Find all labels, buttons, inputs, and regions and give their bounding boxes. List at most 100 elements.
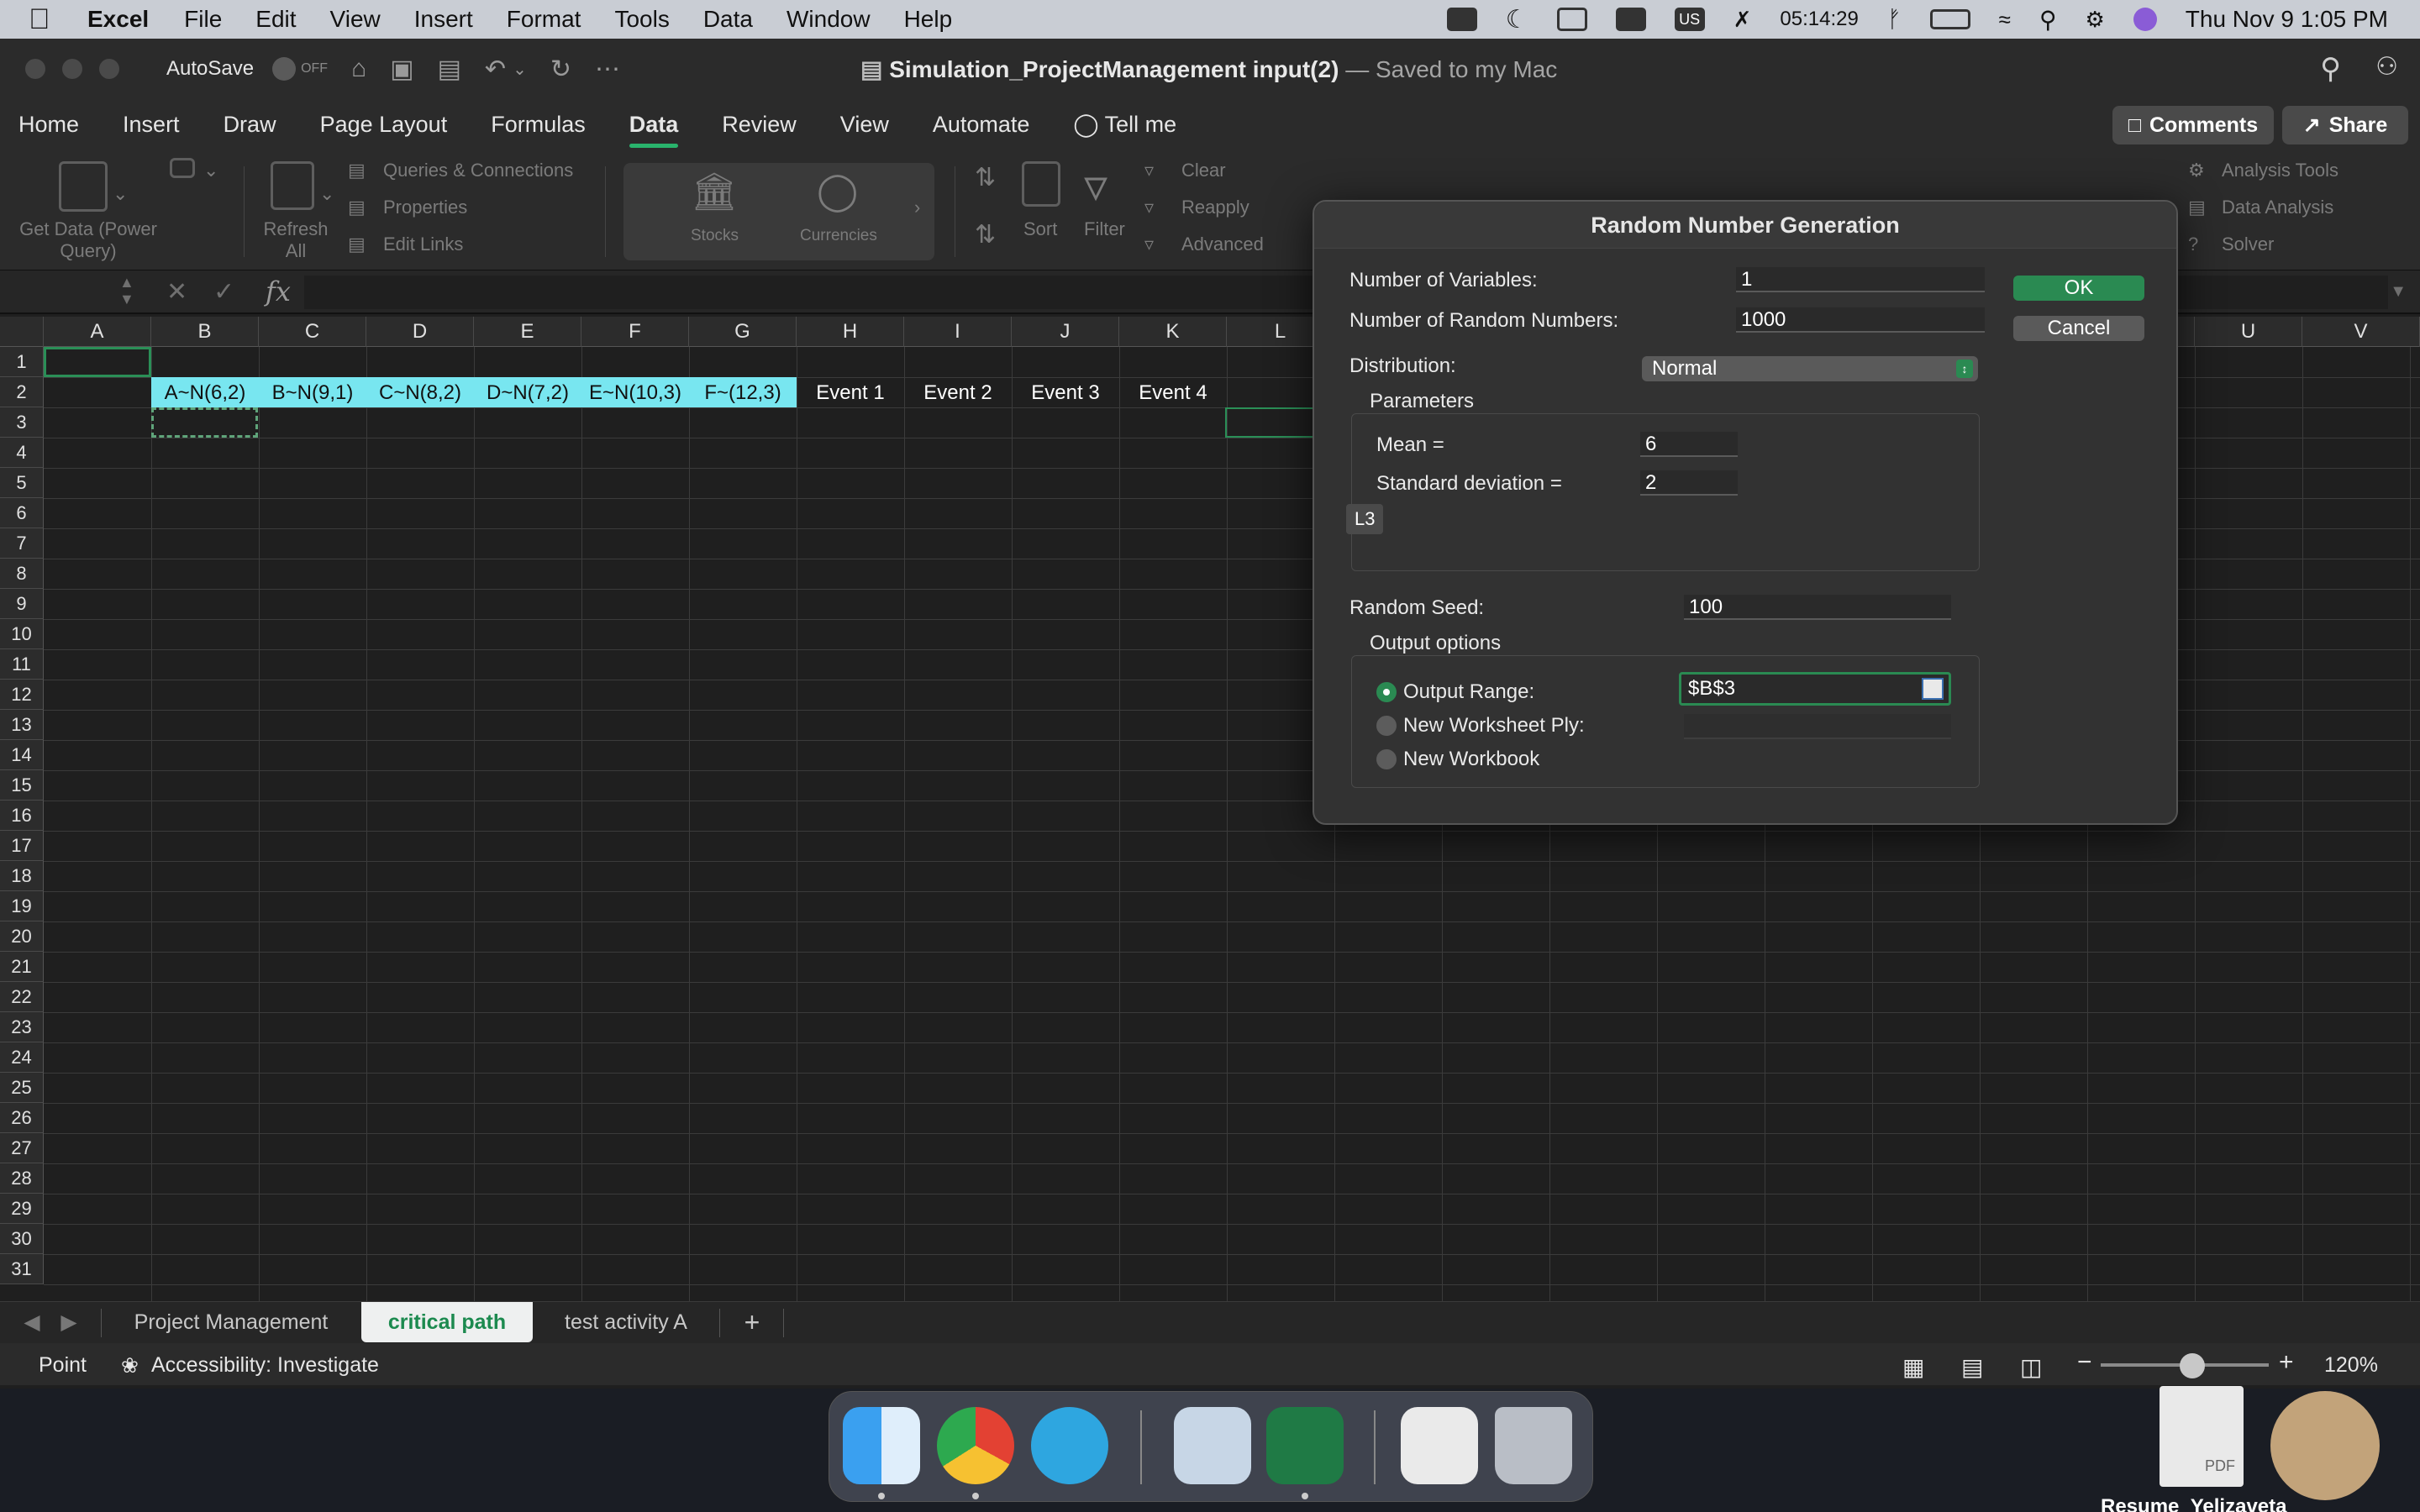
analysis-tools-button[interactable]: Analysis Tools	[2222, 160, 2338, 181]
redo-icon[interactable]: ↻	[550, 55, 571, 84]
row-header[interactable]: 26	[0, 1103, 44, 1133]
filter-button[interactable]: Filter	[1084, 218, 1125, 240]
output-range-field[interactable]: $B$3	[1679, 672, 1951, 706]
row-header[interactable]: 7	[0, 528, 44, 559]
add-sheet-icon[interactable]: +	[723, 1302, 781, 1342]
account-icon[interactable]: ⚇	[2375, 52, 2398, 81]
row-header[interactable]: 11	[0, 649, 44, 680]
mean-field[interactable]: 6	[1640, 432, 1738, 457]
autosave-toggle[interactable]	[272, 57, 297, 81]
menu-data[interactable]: Data	[703, 6, 753, 33]
cell-K2[interactable]: Event 4	[1119, 377, 1227, 407]
column-header[interactable]: I	[904, 317, 1012, 347]
tab-data[interactable]: Data	[629, 99, 678, 150]
num-variables-field[interactable]: 1	[1736, 267, 1985, 292]
menu-edit[interactable]: Edit	[255, 6, 296, 33]
row-header[interactable]: 22	[0, 982, 44, 1012]
data-types-gallery[interactable]: 🏛 Stocks ◯ Currencies ›	[623, 163, 934, 260]
undo-icon[interactable]: ↶	[485, 55, 506, 84]
row-header[interactable]: 9	[0, 589, 44, 619]
namebox-stepper-icon[interactable]: ▲ ▼	[119, 274, 134, 307]
excel-icon[interactable]	[1266, 1407, 1344, 1484]
row-header[interactable]: 8	[0, 559, 44, 589]
cancel-button[interactable]: Cancel	[2013, 316, 2144, 341]
refresh-dropdown-icon[interactable]: ⌄	[319, 183, 334, 205]
row-header[interactable]: 3	[0, 407, 44, 438]
row-header[interactable]: 16	[0, 801, 44, 831]
column-header[interactable]: F	[581, 317, 689, 347]
spotlight-icon[interactable]: ⚲	[2039, 6, 2057, 34]
table-dropdown-icon[interactable]: ⌄	[203, 160, 218, 181]
scroll-sheets-left-icon[interactable]: ◀	[15, 1302, 49, 1342]
row-header[interactable]: 31	[0, 1254, 44, 1284]
bluetooth-icon[interactable]: ᚠ	[1887, 6, 1902, 33]
stocks-button[interactable]: Stocks	[691, 227, 739, 245]
num-random-numbers-field[interactable]: 1000	[1736, 307, 1985, 333]
tab-draw[interactable]: Draw	[224, 99, 276, 150]
cell-G2[interactable]: F~(12,3)	[689, 377, 797, 407]
properties-button[interactable]: Properties	[383, 197, 467, 218]
tab-formulas[interactable]: Formulas	[491, 99, 586, 150]
new-workbook-label[interactable]: New Workbook	[1403, 748, 1539, 771]
sort-za-icon[interactable]: ⇅	[975, 220, 996, 249]
minimize-window-button[interactable]	[62, 59, 82, 79]
cell-B2[interactable]: A~N(6,2)	[151, 377, 259, 407]
clear-button[interactable]: Clear	[1181, 160, 1226, 181]
tab-home[interactable]: Home	[18, 99, 79, 150]
random-seed-field[interactable]: 100	[1684, 595, 1951, 620]
tab-insert[interactable]: Insert	[123, 99, 180, 150]
home-icon[interactable]: ⌂	[351, 55, 366, 83]
control-center-icon[interactable]: ⚙	[2085, 7, 2104, 33]
sheet-tab-project-management[interactable]: Project Management	[103, 1302, 360, 1342]
data-analysis-button[interactable]: Data Analysis	[2222, 197, 2333, 218]
timer-readout[interactable]: 05:14:29	[1780, 8, 1858, 31]
select-all-corner[interactable]	[0, 317, 44, 347]
screen-share-icon[interactable]	[1615, 8, 1646, 31]
zoom-in-icon[interactable]: +	[2279, 1348, 2294, 1377]
cell-E2[interactable]: D~N(7,2)	[474, 377, 581, 407]
accessibility-icon[interactable]: ❀	[121, 1353, 139, 1378]
table-icon[interactable]	[170, 158, 195, 178]
save-icon[interactable]: ▣	[390, 55, 413, 84]
row-header[interactable]: 27	[0, 1133, 44, 1163]
trash-icon[interactable]	[1495, 1407, 1572, 1484]
cell-D2[interactable]: C~N(8,2)	[366, 377, 474, 407]
undo-dropdown-icon[interactable]: ⌄	[513, 59, 527, 80]
column-header[interactable]: H	[797, 317, 904, 347]
sheet-tab-test-activity-a[interactable]: test activity A	[534, 1302, 718, 1342]
row-header[interactable]: 6	[0, 498, 44, 528]
wifi-icon[interactable]: ≈	[1999, 7, 2011, 33]
tab-view[interactable]: View	[840, 99, 889, 150]
finder-icon[interactable]	[843, 1407, 920, 1484]
siri-icon[interactable]	[2133, 8, 2157, 31]
row-header[interactable]: 19	[0, 891, 44, 921]
cell-H2[interactable]: Event 1	[797, 377, 904, 407]
currencies-button[interactable]: Currencies	[800, 227, 877, 245]
row-header[interactable]: 2	[0, 377, 44, 407]
row-header[interactable]: 4	[0, 438, 44, 468]
gallery-more-icon[interactable]: ›	[914, 197, 920, 218]
share-button[interactable]: ↗ Share	[2282, 106, 2408, 144]
refresh-all-icon[interactable]	[271, 161, 314, 210]
active-cell-A1[interactable]	[44, 347, 151, 377]
sheet-tab-critical-path[interactable]: critical path	[361, 1302, 533, 1342]
enter-formula-icon[interactable]: ✓	[213, 277, 234, 307]
tab-page-layout[interactable]: Page Layout	[320, 99, 448, 150]
cell-F2[interactable]: E~N(10,3)	[581, 377, 689, 407]
preview-icon[interactable]	[1174, 1407, 1251, 1484]
column-header[interactable]: B	[151, 317, 259, 347]
row-header[interactable]: 17	[0, 831, 44, 861]
menu-file[interactable]: File	[184, 6, 222, 33]
chrome-icon[interactable]	[937, 1407, 1014, 1484]
column-header[interactable]: D	[366, 317, 474, 347]
advanced-button[interactable]: Advanced	[1181, 234, 1264, 255]
range-selector-icon[interactable]	[1922, 678, 1944, 700]
sort-button[interactable]: Sort	[1023, 218, 1057, 240]
insert-function-icon[interactable]: fx	[266, 276, 291, 307]
cancel-formula-icon[interactable]: ✕	[166, 277, 187, 307]
page-break-view-icon[interactable]: ◫	[2020, 1353, 2042, 1381]
menu-insert[interactable]: Insert	[414, 6, 473, 33]
menu-help[interactable]: Help	[904, 6, 953, 33]
new-worksheet-ply-label[interactable]: New Worksheet Ply:	[1403, 714, 1585, 738]
row-header[interactable]: 15	[0, 770, 44, 801]
